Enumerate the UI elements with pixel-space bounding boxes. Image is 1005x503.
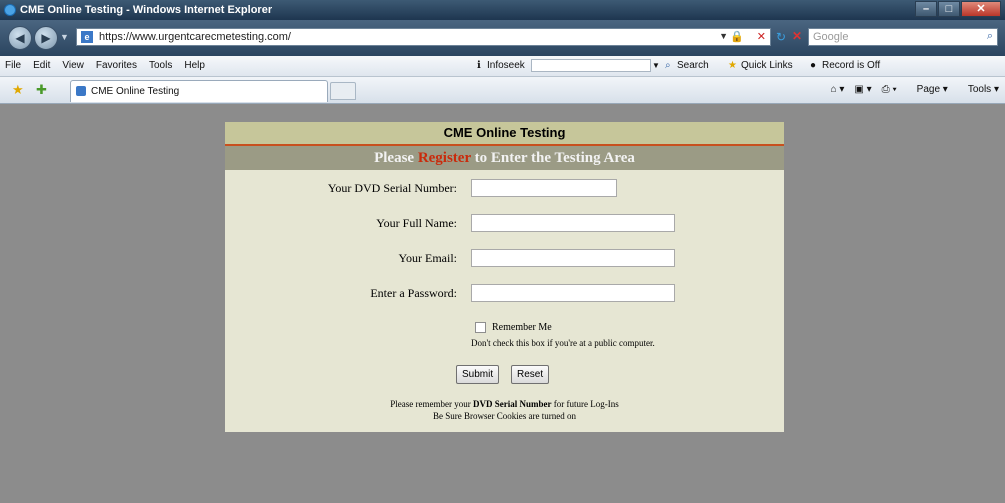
- registration-panel: CME Online Testing Please Register to En…: [225, 122, 784, 432]
- reset-button[interactable]: Reset: [511, 365, 550, 384]
- subtitle-prefix: Please: [374, 150, 415, 166]
- tools-menu[interactable]: Tools ▾: [958, 84, 999, 95]
- email-input[interactable]: [471, 249, 675, 267]
- quick-links-icon: ★: [728, 60, 737, 71]
- password-input[interactable]: [471, 284, 675, 302]
- info-toolbar-label: Infoseek: [487, 60, 525, 71]
- feeds-icon[interactable]: ▣ ▾: [854, 84, 871, 95]
- print-icon[interactable]: ⎙ ▾: [882, 84, 897, 95]
- panel-subtitle: Please Register to Enter the Testing Are…: [225, 146, 784, 170]
- email-label: Your Email:: [398, 251, 457, 265]
- note-prefix: Please remember your: [390, 399, 471, 409]
- command-bar: ⌂ ▾ ▣ ▾ ⎙ ▾ Page ▾ Tools ▾: [821, 84, 999, 95]
- info-search-input[interactable]: [531, 59, 651, 72]
- history-dropdown-icon[interactable]: ▼: [60, 32, 69, 42]
- menu-edit[interactable]: Edit: [33, 60, 50, 71]
- full-name-input[interactable]: [471, 214, 675, 232]
- subtitle-suffix: to Enter the Testing Area: [474, 150, 635, 166]
- favorites-star-icon[interactable]: ★: [12, 82, 24, 98]
- toolbar-search-button[interactable]: Search: [677, 60, 709, 71]
- info-dropdown-icon[interactable]: ▼: [652, 61, 660, 70]
- cookies-note: Be Sure Browser Cookies are turned on: [433, 411, 576, 421]
- search-icon[interactable]: ⌕: [987, 30, 993, 43]
- address-dropdown-icon[interactable]: ▼: [719, 31, 728, 41]
- remember-me-label[interactable]: Remember Me: [492, 322, 552, 333]
- address-bar[interactable]: e https://www.urgentcarecmetesting.com/ …: [76, 28, 771, 46]
- address-url[interactable]: https://www.urgentcarecmetesting.com/: [99, 31, 291, 43]
- password-label: Enter a Password:: [370, 286, 457, 300]
- tab-favicon-icon: [76, 86, 86, 96]
- refresh-icon[interactable]: ↻: [776, 30, 786, 44]
- window-title: CME Online Testing - Windows Internet Ex…: [20, 4, 273, 16]
- page-menu[interactable]: Page ▾: [907, 84, 948, 95]
- stop-icon[interactable]: ✕: [757, 30, 766, 43]
- note-bold: DVD Serial Number: [472, 399, 552, 409]
- fullname-label: Your Full Name:: [376, 216, 457, 230]
- toolbar-search-icon[interactable]: ⌕: [665, 60, 671, 71]
- menu-favorites[interactable]: Favorites: [96, 60, 137, 71]
- menu-tools[interactable]: Tools: [149, 60, 172, 71]
- menu-bar: File Edit View Favorites Tools Help: [5, 60, 217, 71]
- quick-links-button[interactable]: Quick Links: [741, 60, 793, 71]
- record-status[interactable]: Record is Off: [822, 60, 880, 71]
- tab-cme-online-testing[interactable]: CME Online Testing: [70, 80, 328, 102]
- back-button[interactable]: ◀: [8, 26, 32, 50]
- lock-icon[interactable]: 🔒: [730, 30, 744, 43]
- menu-view[interactable]: View: [62, 60, 84, 71]
- menu-row: File Edit View Favorites Tools Help ℹ In…: [0, 56, 1005, 77]
- window-controls: – □ ✕: [914, 1, 1001, 17]
- record-icon: ●: [810, 60, 817, 71]
- email-row: Your Email:: [225, 249, 784, 269]
- serial-number-input[interactable]: [471, 179, 617, 197]
- remember-me-note: Don't check this box if you're at a publ…: [471, 338, 655, 348]
- tab-row: ★ ✚ CME Online Testing ⌂ ▾ ▣ ▾ ⎙ ▾ Page …: [0, 77, 1005, 104]
- remember-me-checkbox[interactable]: [475, 322, 486, 334]
- page-menu-label[interactable]: Page: [917, 84, 940, 95]
- fullname-row: Your Full Name:: [225, 214, 784, 234]
- menu-help[interactable]: Help: [184, 60, 205, 71]
- remember-me-row: Remember Me: [475, 322, 552, 334]
- close-button[interactable]: ✕: [961, 1, 1001, 17]
- window-titlebar: CME Online Testing - Windows Internet Ex…: [0, 0, 1005, 20]
- serial-reminder-note: Please remember your DVD Serial Number f…: [225, 399, 784, 409]
- maximize-button[interactable]: □: [938, 1, 960, 17]
- register-link[interactable]: Register: [418, 150, 471, 166]
- forward-button[interactable]: ▶: [34, 26, 58, 50]
- submit-button[interactable]: Submit: [456, 365, 500, 384]
- minimize-button[interactable]: –: [915, 1, 937, 17]
- info-toolbar-icon: ℹ: [477, 60, 481, 71]
- tools-menu-label[interactable]: Tools: [968, 84, 991, 95]
- stop-button-icon[interactable]: ✕: [792, 29, 802, 43]
- menu-file[interactable]: File: [5, 60, 21, 71]
- new-tab-button[interactable]: [330, 82, 356, 100]
- address-row: ◀ ▶ ▼ e https://www.urgentcarecmetesting…: [0, 20, 1005, 56]
- home-icon[interactable]: ⌂ ▾: [831, 84, 845, 95]
- panel-title: CME Online Testing: [225, 122, 784, 146]
- ie-logo-icon: [4, 4, 16, 16]
- note-suffix: for future Log-Ins: [553, 399, 619, 409]
- tab-label[interactable]: CME Online Testing: [91, 86, 179, 97]
- serial-row: Your DVD Serial Number:: [225, 179, 784, 199]
- search-placeholder[interactable]: Google: [813, 31, 848, 43]
- page-favicon-icon: e: [81, 31, 93, 43]
- serial-label: Your DVD Serial Number:: [327, 181, 457, 195]
- add-favorites-icon[interactable]: ✚: [36, 82, 47, 98]
- search-box[interactable]: Google ⌕: [808, 28, 998, 46]
- password-row: Enter a Password:: [225, 284, 784, 304]
